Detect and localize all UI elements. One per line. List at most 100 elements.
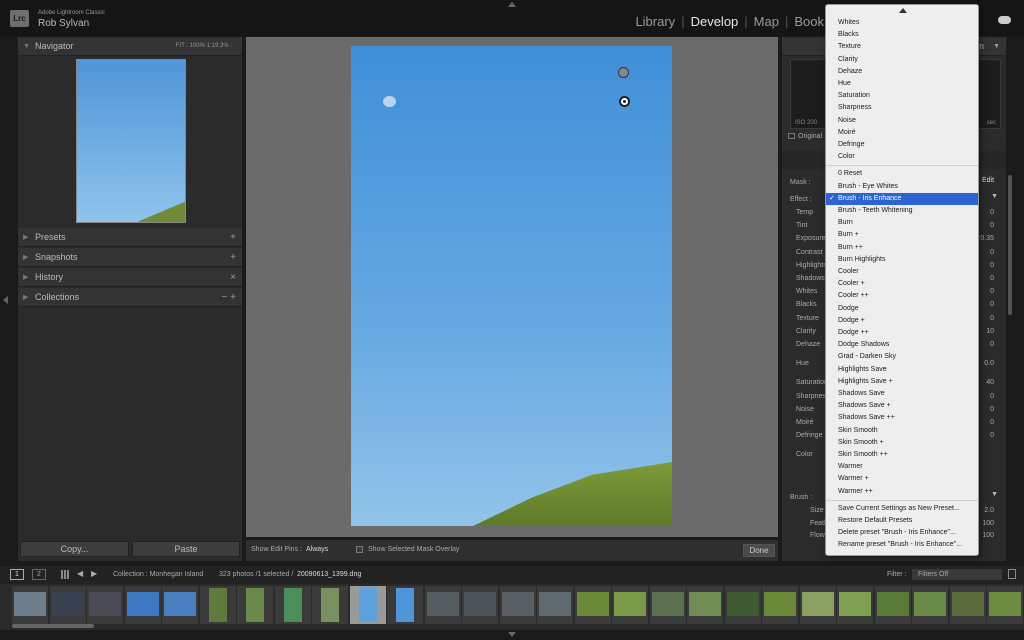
menu-item[interactable]: Highlights Save + xyxy=(826,376,978,388)
effect-menu-arrow-icon[interactable]: ▼ xyxy=(991,193,998,200)
filmstrip-thumbnail[interactable] xyxy=(237,586,273,624)
menu-item[interactable]: Shadows Save ++ xyxy=(826,412,978,424)
menu-item[interactable]: 0 Reset xyxy=(826,168,978,180)
menu-item[interactable]: Warmer + xyxy=(826,473,978,485)
panel-collections[interactable]: ▶ Collections − + xyxy=(18,288,242,307)
menu-item[interactable]: Shadows Save + xyxy=(826,400,978,412)
filmstrip-thumbnail[interactable] xyxy=(49,586,86,624)
menu-item[interactable]: Grad - Darken Sky xyxy=(826,351,978,363)
module-map[interactable]: Map xyxy=(754,14,779,29)
slider-value[interactable]: 0 xyxy=(990,209,994,216)
filmstrip-thumbnail[interactable] xyxy=(12,586,48,624)
filmstrip-thumbnail[interactable] xyxy=(537,586,573,624)
filmstrip-thumbnail[interactable] xyxy=(574,586,611,624)
panel-action-icon[interactable]: + xyxy=(230,228,236,247)
slider-value[interactable]: 0 xyxy=(990,432,994,439)
slider-value[interactable]: 0 xyxy=(990,406,994,413)
menu-item[interactable]: Skin Smooth ++ xyxy=(826,449,978,461)
menu-item[interactable]: Dodge ++ xyxy=(826,327,978,339)
filmstrip-thumbnail[interactable] xyxy=(649,586,686,624)
done-button[interactable]: Done xyxy=(743,544,775,557)
menu-item[interactable]: Highlights Save xyxy=(826,364,978,376)
slider-value[interactable]: 0 xyxy=(990,419,994,426)
mask-edit-button[interactable]: Edit xyxy=(982,177,994,184)
display-1-button[interactable]: 1 xyxy=(10,569,24,580)
bottom-panel-toggle-icon[interactable] xyxy=(508,632,516,637)
menu-item[interactable]: Defringe xyxy=(826,139,978,151)
filmstrip-thumbnail[interactable] xyxy=(274,586,311,624)
panel-action-icon[interactable]: − + xyxy=(222,288,236,307)
original-photo-icon[interactable] xyxy=(788,133,795,139)
filmstrip-thumbnail[interactable] xyxy=(349,586,386,624)
user-name[interactable]: Rob Sylvan xyxy=(38,18,89,29)
menu-item[interactable]: Burn xyxy=(826,217,978,229)
menu-item[interactable]: Cooler ++ xyxy=(826,290,978,302)
edit-pin-selected[interactable] xyxy=(619,96,630,107)
slider-value[interactable]: 0 xyxy=(990,222,994,229)
brush-value[interactable]: 100 xyxy=(982,532,994,539)
menu-item[interactable]: Dodge Shadows xyxy=(826,339,978,351)
right-panel-scrollbar[interactable] xyxy=(1008,175,1012,315)
slider-value[interactable]: 0 xyxy=(990,288,994,295)
filmstrip-thumbnail[interactable] xyxy=(949,586,986,624)
slider-value[interactable]: 0 xyxy=(990,249,994,256)
menu-item[interactable]: Cooler xyxy=(826,266,978,278)
menu-item[interactable]: Moiré xyxy=(826,127,978,139)
menu-item[interactable]: Whites xyxy=(826,17,978,29)
menu-item[interactable]: Saturation xyxy=(826,90,978,102)
menu-item[interactable]: Brush - Eye Whites xyxy=(826,181,978,193)
panel-action-icon[interactable]: + xyxy=(230,248,236,267)
menu-item[interactable]: Dehaze xyxy=(826,66,978,78)
slider-value[interactable]: 0 xyxy=(990,301,994,308)
module-library[interactable]: Library xyxy=(635,14,675,29)
panel-action-icon[interactable]: × xyxy=(230,268,236,287)
filmstrip-thumbnail[interactable] xyxy=(312,586,348,624)
filmstrip-thumbnail[interactable] xyxy=(424,586,461,624)
display-2-button[interactable]: 2 xyxy=(32,569,46,580)
filmstrip-thumbnail[interactable] xyxy=(874,586,911,624)
overlay-checkbox[interactable] xyxy=(356,546,363,553)
filter-select[interactable]: Filters Off xyxy=(912,569,1002,580)
paste-button[interactable]: Paste xyxy=(132,541,240,557)
menu-item[interactable]: Shadows Save xyxy=(826,388,978,400)
panel-snapshots[interactable]: ▶ Snapshots + xyxy=(18,248,242,267)
navigator-preview[interactable] xyxy=(76,59,186,223)
filmstrip-thumbnail[interactable] xyxy=(987,586,1023,624)
edit-pin[interactable] xyxy=(618,67,629,78)
menu-item[interactable]: Texture xyxy=(826,41,978,53)
module-book[interactable]: Book xyxy=(794,14,824,29)
module-develop[interactable]: Develop xyxy=(691,14,739,29)
menu-item[interactable]: Warmer xyxy=(826,461,978,473)
slider-value[interactable]: 0 xyxy=(990,315,994,322)
show-pins-select[interactable]: Always xyxy=(306,546,328,553)
filmstrip-thumbnail[interactable] xyxy=(499,586,536,624)
menu-item[interactable]: Save Current Settings as New Preset... xyxy=(826,503,978,515)
filmstrip-thumbnail[interactable] xyxy=(837,586,873,624)
navigator-zoom-options[interactable]: FIT : 100% 1:19.3% : xyxy=(176,37,232,56)
left-panel-toggle-icon[interactable] xyxy=(3,296,8,304)
filter-lock-icon[interactable] xyxy=(1008,569,1016,579)
menu-item[interactable]: Color xyxy=(826,151,978,163)
slider-value[interactable]: 40 xyxy=(986,379,994,386)
menu-item[interactable]: Delete preset "Brush - Iris Enhance"... xyxy=(826,527,978,539)
brush-value[interactable]: 100 xyxy=(982,520,994,527)
menu-item[interactable]: Dodge + xyxy=(826,315,978,327)
menu-item[interactable]: Clarity xyxy=(826,54,978,66)
slider-value[interactable]: 0 xyxy=(990,275,994,282)
menu-item[interactable]: Burn Highlights xyxy=(826,254,978,266)
collection-source[interactable]: Collection : Monhegan Island xyxy=(113,571,203,578)
menu-item[interactable]: Sharpness xyxy=(826,102,978,114)
panel-history[interactable]: ▶ History × xyxy=(18,268,242,287)
menu-item[interactable]: Brush - Teeth Whitening xyxy=(826,205,978,217)
menu-item[interactable]: Warmer ++ xyxy=(826,486,978,498)
menu-item[interactable]: Blacks xyxy=(826,29,978,41)
filmstrip-thumbnail[interactable] xyxy=(199,586,236,624)
filmstrip-thumbnail[interactable] xyxy=(162,586,198,624)
panel-presets[interactable]: ▶ Presets + xyxy=(18,228,242,247)
menu-item[interactable]: Dodge xyxy=(826,303,978,315)
slider-value[interactable]: 10 xyxy=(986,328,994,335)
filmstrip-thumbnail[interactable] xyxy=(912,586,948,624)
menu-item[interactable]: Skin Smooth xyxy=(826,425,978,437)
menu-item[interactable]: Restore Default Presets xyxy=(826,515,978,527)
slider-value[interactable]: 0 xyxy=(990,341,994,348)
